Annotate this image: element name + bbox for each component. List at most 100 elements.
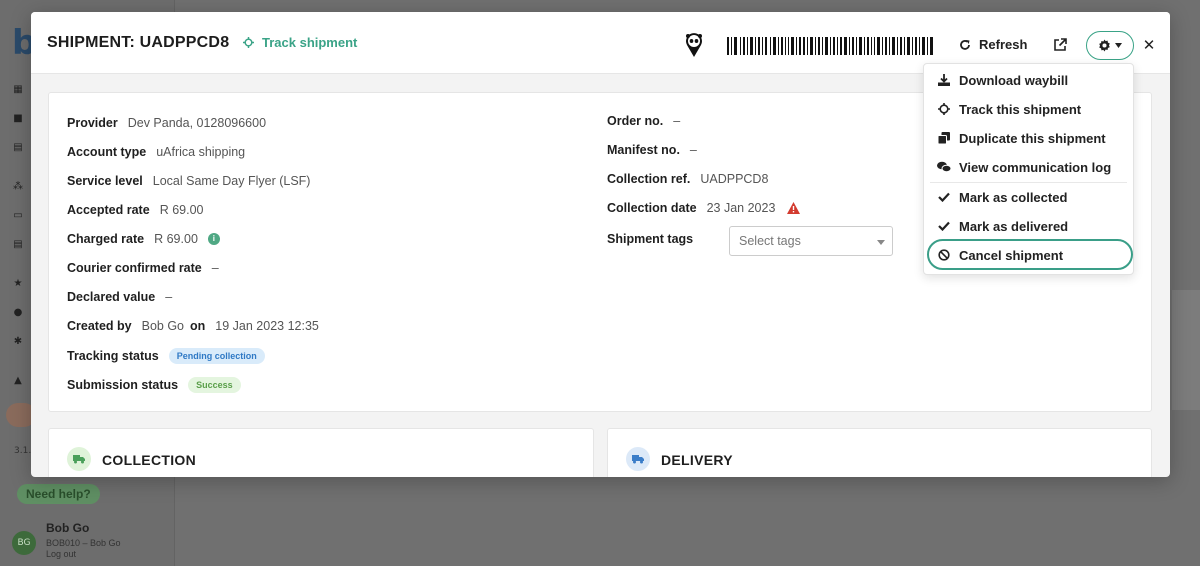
created-by-value: Bob Go bbox=[141, 319, 184, 333]
file-icon[interactable]: ▤ bbox=[12, 239, 24, 251]
shipment-tags-label: Shipment tags bbox=[607, 232, 694, 246]
collection-ref-label: Collection ref. bbox=[607, 172, 691, 186]
menu-item-label: Cancel shipment bbox=[959, 247, 1064, 263]
menu-item-communication-log[interactable]: View communication log bbox=[924, 154, 1133, 180]
courier-confirmed-rate-label: Courier confirmed rate bbox=[67, 261, 202, 275]
manifest-no-row: Manifest no. – bbox=[607, 143, 697, 157]
page-title: SHIPMENT: UADPPCD8 bbox=[47, 34, 230, 51]
submission-status-row: Submission status Success bbox=[67, 377, 241, 393]
declared-value-label: Declared value bbox=[67, 290, 156, 304]
accepted-rate-row: Accepted rate R 69.00 bbox=[67, 203, 203, 217]
service-level-row: Service level Local Same Day Flyer (LSF) bbox=[67, 174, 310, 188]
refresh-label: Refresh bbox=[979, 37, 1028, 52]
delivery-card: DELIVERY bbox=[607, 428, 1152, 477]
warning-icon[interactable] bbox=[787, 202, 801, 214]
barcode-icon bbox=[727, 37, 933, 55]
menu-item-label: Download waybill bbox=[959, 72, 1069, 88]
need-help-button[interactable]: Need help? bbox=[17, 484, 100, 504]
account-type-value: uAfrica shipping bbox=[156, 145, 246, 159]
star-icon[interactable]: ★ bbox=[12, 278, 24, 290]
network-icon[interactable]: ⁂ bbox=[12, 181, 24, 193]
collection-ref-row: Collection ref. UADPPCD8 bbox=[607, 172, 768, 186]
track-shipment-label: Track shipment bbox=[262, 35, 358, 50]
close-button[interactable]: ✕ bbox=[1142, 38, 1156, 53]
manifest-no-label: Manifest no. bbox=[607, 143, 680, 157]
menu-item-label: Mark as delivered bbox=[959, 218, 1069, 234]
check-icon bbox=[937, 219, 951, 233]
courier-confirmed-rate-row: Courier confirmed rate – bbox=[67, 261, 219, 275]
shipment-modal: SHIPMENT: UADPPCD8 Track shipment Refres… bbox=[31, 12, 1170, 477]
menu-divider bbox=[930, 182, 1127, 183]
provider-label: Provider bbox=[67, 116, 118, 130]
order-no-row: Order no. – bbox=[607, 114, 680, 128]
submission-status-label: Submission status bbox=[67, 378, 179, 392]
collection-date-value: 23 Jan 2023 bbox=[706, 201, 776, 215]
service-level-value: Local Same Day Flyer (LSF) bbox=[152, 174, 311, 188]
courier-confirmed-rate-value: – bbox=[211, 261, 219, 275]
collection-date-row: Collection date 23 Jan 2023 bbox=[607, 201, 801, 215]
status-badge: Pending collection bbox=[168, 348, 265, 364]
menu-item-cancel-shipment[interactable]: Cancel shipment bbox=[924, 242, 1133, 268]
menu-item-mark-collected[interactable]: Mark as collected bbox=[924, 184, 1133, 210]
info-icon[interactable]: i bbox=[207, 233, 220, 245]
charged-rate-value: R 69.00 bbox=[154, 232, 198, 246]
collection-card: COLLECTION bbox=[48, 428, 594, 477]
check-icon bbox=[937, 190, 951, 204]
delivery-title: DELIVERY bbox=[661, 452, 733, 468]
menu-item-download-waybill[interactable]: Download waybill bbox=[924, 67, 1133, 93]
declared-value-value: – bbox=[165, 290, 173, 304]
bell-icon[interactable]: ▲ bbox=[12, 375, 24, 387]
shipment-tags-select[interactable]: Select tags bbox=[729, 226, 893, 256]
tracking-status-label: Tracking status bbox=[67, 349, 159, 363]
truck-icon bbox=[626, 447, 650, 471]
menu-item-mark-delivered[interactable]: Mark as delivered bbox=[924, 213, 1133, 239]
chevron-down-icon bbox=[877, 240, 885, 245]
manifest-no-value: – bbox=[689, 143, 697, 157]
calendar-icon[interactable]: ▦ bbox=[12, 84, 24, 96]
actions-dropdown: Download waybill Track this shipment Dup… bbox=[923, 63, 1134, 275]
refresh-icon bbox=[960, 39, 970, 50]
document-icon[interactable]: ▤ bbox=[12, 142, 24, 154]
menu-item-label: View communication log bbox=[959, 159, 1112, 175]
menu-item-label: Track this shipment bbox=[959, 101, 1082, 117]
created-by-label: Created by bbox=[67, 319, 132, 333]
copy-icon bbox=[937, 131, 951, 145]
truck-icon bbox=[67, 447, 91, 471]
avatar[interactable]: BG bbox=[12, 531, 36, 555]
menu-item-label: Mark as collected bbox=[959, 189, 1068, 205]
declared-value-row: Declared value – bbox=[67, 290, 172, 304]
collection-title: COLLECTION bbox=[102, 452, 196, 468]
truck-icon[interactable]: ■ bbox=[12, 113, 24, 125]
user-account: BOB010 – Bob Go bbox=[46, 538, 121, 548]
chevron-down-icon bbox=[1115, 43, 1122, 48]
settings-menu-button[interactable] bbox=[1086, 31, 1134, 60]
ban-icon bbox=[937, 248, 951, 262]
created-on-label: on bbox=[190, 319, 206, 333]
settings-icon[interactable]: ✱ bbox=[12, 336, 24, 348]
crosshair-icon bbox=[243, 37, 254, 48]
service-level-label: Service level bbox=[67, 174, 143, 188]
collection-ref-value: UADPPCD8 bbox=[700, 172, 769, 186]
menu-item-track-shipment[interactable]: Track this shipment bbox=[924, 96, 1133, 122]
courier-logo-icon bbox=[686, 33, 702, 57]
account-type-label: Account type bbox=[67, 145, 147, 159]
track-shipment-link[interactable]: Track shipment bbox=[243, 35, 357, 50]
provider-row: Provider Dev Panda, 0128096600 bbox=[67, 116, 266, 130]
shipment-tags-placeholder: Select tags bbox=[739, 234, 801, 248]
background-card bbox=[1172, 290, 1200, 410]
user-icon[interactable]: ● bbox=[12, 307, 24, 319]
logout-link[interactable]: Log out bbox=[46, 549, 76, 559]
menu-item-duplicate-shipment[interactable]: Duplicate this shipment bbox=[924, 125, 1133, 151]
refresh-button[interactable]: Refresh bbox=[959, 37, 1027, 52]
status-badge: Success bbox=[188, 377, 241, 393]
gear-icon bbox=[1099, 39, 1110, 52]
charged-rate-label: Charged rate bbox=[67, 232, 145, 246]
store-icon[interactable]: ▭ bbox=[12, 210, 24, 222]
provider-value: Dev Panda, 0128096600 bbox=[127, 116, 267, 130]
crosshair-icon bbox=[937, 102, 951, 116]
external-link-icon[interactable] bbox=[1053, 38, 1067, 52]
account-type-row: Account type uAfrica shipping bbox=[67, 145, 245, 159]
comments-icon bbox=[937, 160, 951, 174]
tracking-status-row: Tracking status Pending collection bbox=[67, 348, 265, 364]
download-icon bbox=[937, 73, 951, 87]
